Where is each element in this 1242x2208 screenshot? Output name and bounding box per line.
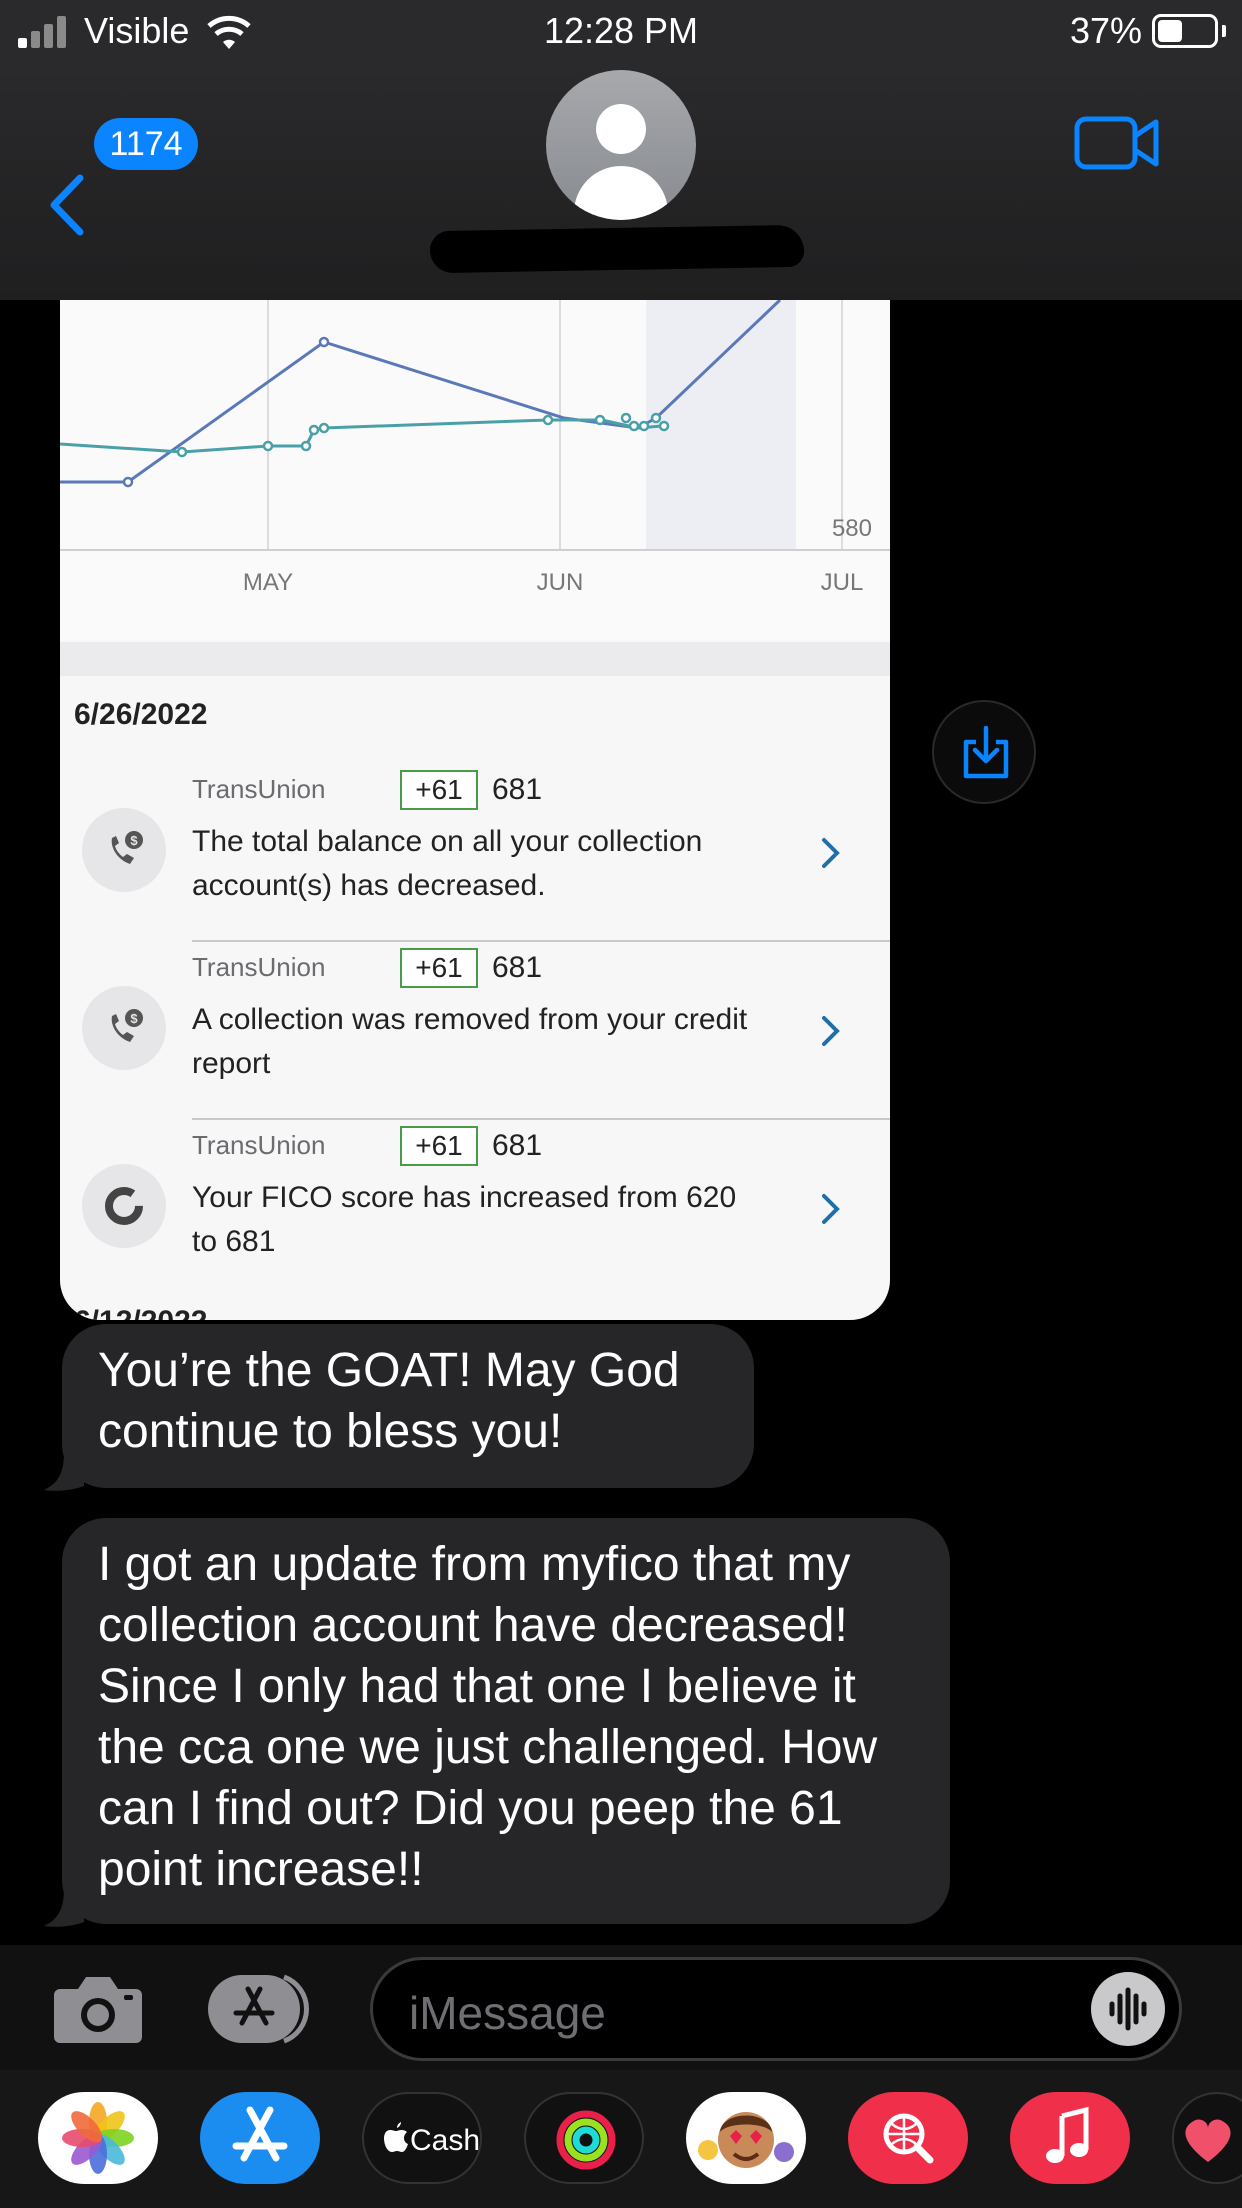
video-camera-icon[interactable] (1074, 114, 1160, 172)
bureau-name: TransUnion (192, 774, 326, 804)
message-text: You’re the GOAT! May God continue to ble… (98, 1344, 680, 1458)
activity-icon[interactable] (524, 2092, 644, 2184)
fico-ring-icon (82, 1164, 166, 1248)
alert-text: A collection was removed from your credi… (192, 1003, 748, 1080)
apps-icon[interactable] (208, 1971, 320, 2047)
photos-icon[interactable] (38, 2092, 158, 2184)
x-tick-may: MAY (243, 569, 293, 596)
score-value: 681 (492, 1129, 543, 1162)
score-value: 681 (492, 951, 543, 984)
audio-message-button[interactable] (1091, 1972, 1165, 2046)
message-input-placeholder: iMessage (409, 1987, 606, 2039)
person-body (574, 166, 668, 220)
score-delta-badge: +61 (400, 770, 478, 810)
svg-text:$: $ (130, 833, 138, 848)
alert-item: $ TransUnion +61 681 The total balance o… (60, 764, 890, 942)
status-bar: Visible 12:28 PM 37% (0, 0, 1242, 62)
cut-off-date-header: 6/12/2022 (74, 1305, 207, 1320)
message-bubble-received[interactable]: I got an update from myfico that my coll… (62, 1518, 950, 1924)
save-image-button[interactable] (932, 700, 1036, 804)
app-store-icon[interactable] (200, 2092, 320, 2184)
memoji-icon[interactable] (686, 2092, 806, 2184)
cash-label: Cash (410, 2124, 480, 2157)
section-divider (60, 642, 890, 676)
alert-text: The total balance on all your collection… (192, 825, 703, 902)
score-chart: 580 MAY JUN JUL (60, 300, 890, 640)
bureau-name: TransUnion (192, 952, 326, 982)
series-points (122, 336, 670, 488)
conversation-header: 1174 (0, 62, 1242, 300)
download-tray-icon (963, 726, 1009, 779)
person-icon (596, 104, 646, 154)
message-text: I got an update from myfico that my coll… (98, 1538, 878, 1896)
contact-name-redacted[interactable] (429, 224, 805, 274)
alert-item: TransUnion +61 681 Your FICO score has i… (60, 1120, 890, 1298)
battery-icon (1152, 14, 1218, 48)
bureau-name: TransUnion (192, 1130, 326, 1160)
digital-touch-icon[interactable] (1172, 2092, 1242, 2184)
music-icon[interactable] (1010, 2092, 1130, 2184)
battery-cap (1222, 25, 1226, 37)
svg-text:$: $ (130, 1011, 138, 1026)
app-drawer: Cash (0, 2070, 1242, 2208)
back-chevron-icon[interactable] (46, 174, 86, 236)
score-delta-badge: +61 (400, 948, 478, 988)
apple-cash-icon[interactable]: Cash (362, 2092, 482, 2184)
chevron-right-icon (822, 1194, 840, 1224)
battery-percentage: 37% (1070, 10, 1143, 51)
alert-item: $ TransUnion +61 681 A collection was re… (60, 942, 890, 1120)
x-tick-jun: JUN (537, 569, 584, 596)
message-bubble-received[interactable]: You’re the GOAT! May God continue to ble… (62, 1324, 754, 1488)
compose-bar: iMessage (0, 1945, 1242, 2070)
phone-dollar-icon: $ (82, 808, 166, 892)
score-chart-plot: 580 MAY JUN JUL (60, 300, 890, 596)
y-axis-label: 580 (832, 515, 872, 542)
chevron-right-icon (822, 1016, 840, 1046)
x-tick-jul: JUL (821, 569, 864, 596)
image-attachment[interactable]: 580 MAY JUN JUL 6/26/2022 $ TransUnion +… (60, 300, 890, 1320)
unread-count-badge[interactable]: 1174 (94, 118, 198, 170)
waveform-icon (1109, 1987, 1147, 2031)
image-search-icon[interactable] (848, 2092, 968, 2184)
feed-date-header: 6/26/2022 (74, 698, 208, 731)
score-value: 681 (492, 773, 543, 806)
phone-dollar-icon: $ (82, 986, 166, 1070)
camera-icon[interactable] (52, 1973, 144, 2045)
score-delta-badge: +61 (400, 1126, 478, 1166)
chevron-right-icon (822, 838, 840, 868)
message-input[interactable]: iMessage (370, 1957, 1182, 2061)
series-line-secondary (60, 418, 667, 454)
contact-avatar[interactable] (546, 70, 696, 220)
alert-text: Your FICO score has increased from 620 t… (192, 1181, 737, 1258)
clock: 12:28 PM (543, 10, 699, 51)
